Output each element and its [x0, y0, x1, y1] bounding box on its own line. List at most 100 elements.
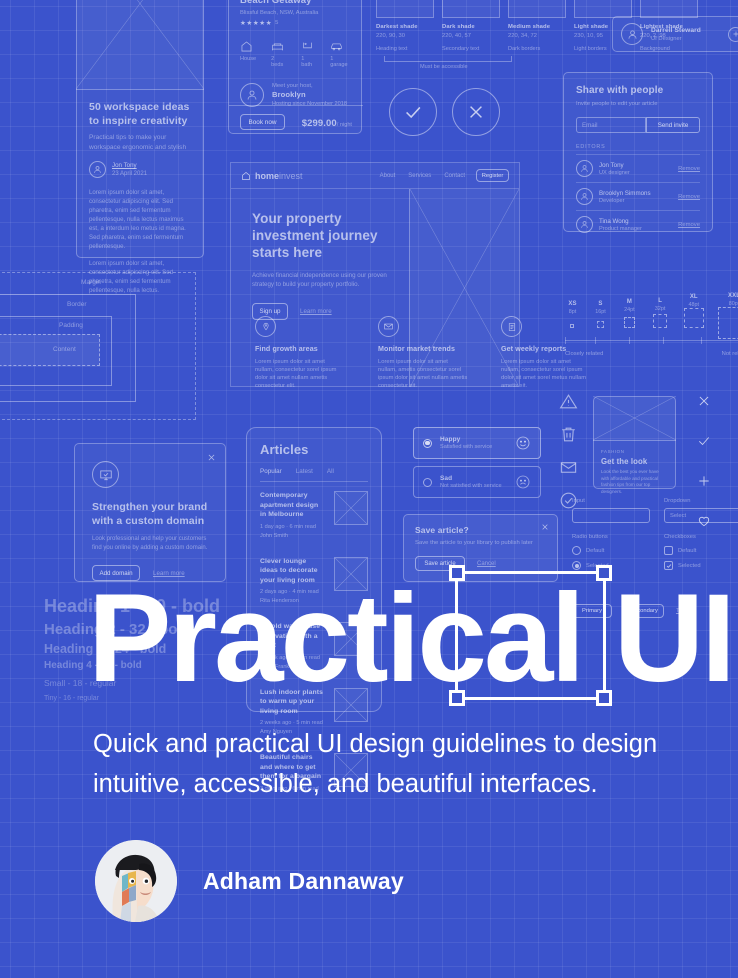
feedback-option-sad[interactable]: Sad Not satisfied with service [413, 466, 541, 498]
domain-learn-more-link[interactable]: Learn more [153, 570, 185, 577]
article-title: 50 workspace ideas to inspire creativity [89, 101, 190, 127]
editors-label: EDITORS [576, 144, 606, 150]
remove-editor-link[interactable]: Remove [678, 194, 700, 200]
typography-scale: Heading 1 - 40 - bold Heading 2 - 32 - b… [44, 596, 221, 702]
remove-editor-link[interactable]: Remove [678, 166, 700, 172]
feature-body: Lorem ipsum dolor sit amet nullam, ameti… [378, 359, 468, 389]
item-thumbnail [334, 491, 368, 525]
send-invite-button[interactable]: Send invite [646, 117, 700, 133]
dropdown-value: Select [670, 512, 687, 519]
checkbox-option[interactable]: Selected [664, 561, 738, 570]
tab-all[interactable]: All [327, 468, 334, 475]
articles-panel: Articles Popular Latest All Contemporary… [246, 427, 382, 792]
add-domain-button[interactable]: Add domain [92, 565, 140, 581]
selection-handle-top-right[interactable] [596, 565, 612, 581]
articles-title: Articles [260, 442, 309, 457]
article-date: 23 April 2021 [112, 170, 148, 177]
radio-option[interactable]: Default [572, 546, 650, 555]
feedback-option-happy[interactable]: Happy Satisfied with service [413, 427, 541, 459]
share-email-input[interactable]: Email [582, 122, 597, 129]
check-icon[interactable] [697, 434, 711, 448]
spec-bath: 1 bath [301, 40, 315, 68]
selection-handle-top-left[interactable] [449, 565, 465, 581]
nav-about[interactable]: About [380, 173, 396, 179]
icon-rail-left [559, 392, 578, 510]
checkbox-option[interactable]: Default [664, 546, 738, 555]
selection-box[interactable] [449, 565, 612, 706]
listing-location: Blissful Beach, NSW, Australia [240, 10, 319, 16]
article-byline: Jon Tony 23 April 2021 [89, 161, 191, 178]
tab-popular[interactable]: Popular [260, 468, 282, 475]
look-image [593, 396, 676, 441]
radio-icon-selected [423, 438, 432, 448]
dropdown-label: Dropdown [664, 498, 691, 504]
close-icon[interactable] [541, 523, 549, 531]
article-list-item[interactable]: Beautiful chairs and where to get them f… [260, 744, 368, 801]
person-chip[interactable]: Darrell Steward UI Designer [612, 16, 738, 52]
person-avatar-icon [621, 23, 643, 45]
nav-contact[interactable]: Contact [444, 173, 465, 179]
listing-title: Beach Getaway [240, 0, 312, 6]
plus-icon[interactable] [697, 474, 711, 488]
article-list-item[interactable]: An old warehouse renovation with a twist… [260, 613, 368, 679]
accessible-bracket [384, 56, 512, 62]
item-title: Contemporary apartment design in Melbour… [260, 492, 319, 518]
text-input[interactable] [572, 508, 650, 523]
secondary-button[interactable]: Secondary [624, 604, 664, 618]
listing-host: Meet your host, Brooklyn Hosting since N… [240, 83, 350, 107]
plus-circle-icon[interactable] [728, 26, 738, 42]
learn-more-link[interactable]: Learn more [300, 308, 332, 315]
article-author[interactable]: Jon Tony [112, 162, 147, 169]
shade-swatch [442, 0, 500, 18]
article-list-item[interactable]: Contemporary apartment design in Melbour… [260, 482, 368, 548]
spacing-box [683, 308, 704, 328]
item-meta: 2 weeks ago · 5 min read [260, 720, 323, 726]
close-icon[interactable] [697, 394, 711, 408]
item-thumbnail [334, 622, 368, 656]
spacing-step: S 16pt [593, 301, 608, 328]
user-avatar-icon [89, 161, 106, 178]
close-icon[interactable] [207, 453, 216, 462]
selection-handle-bottom-right[interactable] [596, 690, 612, 706]
spacing-scale: XS 8pt S 16pt M 24pt L 32pt XL 48pt XX 8… [565, 268, 738, 363]
register-button[interactable]: Register [476, 169, 509, 182]
share-subtitle: Invite people to edit your article [576, 101, 658, 107]
book-cover: 50 workspace ideas to inspire creativity… [0, 0, 738, 978]
feature-body: Lorem ipsum dolor sit amet nullam, conse… [255, 359, 337, 389]
domain-body: Look professional and help your customer… [92, 536, 208, 551]
shade-swatch [508, 0, 566, 18]
nav-services[interactable]: Services [408, 173, 431, 179]
brand-bold: home [255, 170, 280, 181]
listing-price: $299.00 [301, 118, 337, 129]
shade-info: Medium shade 220, 34, 72 Dark borders [508, 24, 551, 52]
spacing-box [623, 317, 635, 328]
book-now-button[interactable]: Book now [240, 114, 285, 130]
dropdown-select[interactable]: Select [664, 508, 738, 523]
editor-role: Developer [599, 197, 625, 204]
item-title: Beautiful chairs and where to get them f… [260, 754, 322, 780]
editor-row: Jon Tony UX designer Remove [576, 154, 700, 182]
article-list-item[interactable]: Clever lounge ideas to decorate your liv… [260, 548, 368, 614]
bath-icon [303, 42, 313, 49]
tertiary-button[interactable]: Tertiary [676, 608, 695, 614]
bed-icon [272, 43, 283, 51]
remove-editor-link[interactable]: Remove [678, 222, 700, 228]
cancel-link[interactable]: Cancel [477, 561, 496, 567]
warning-triangle-icon[interactable] [559, 392, 578, 411]
option-label: Sad [440, 474, 453, 482]
spacing-step: L 32pt [651, 298, 670, 328]
item-thumbnail [334, 753, 368, 787]
article-list-item[interactable]: Lush indoor plants to warm up your livin… [260, 679, 368, 745]
feature-title: Find growth areas [255, 345, 318, 353]
look-title: Get the look [601, 457, 648, 466]
feature-list: Find growth areas Lorem ipsum dolor sit … [255, 316, 591, 390]
envelope-icon[interactable] [559, 458, 578, 477]
report-icon [501, 316, 522, 337]
trash-icon[interactable] [559, 425, 578, 444]
envelope-icon [378, 316, 399, 337]
tab-latest[interactable]: Latest [296, 468, 313, 475]
option-desc: Not satisfied with service [440, 483, 502, 490]
item-meta: 3 days ago · 6 min read [260, 785, 319, 792]
selection-handle-bottom-left[interactable] [449, 690, 465, 706]
spacing-step: XXL 80pt [718, 293, 738, 339]
